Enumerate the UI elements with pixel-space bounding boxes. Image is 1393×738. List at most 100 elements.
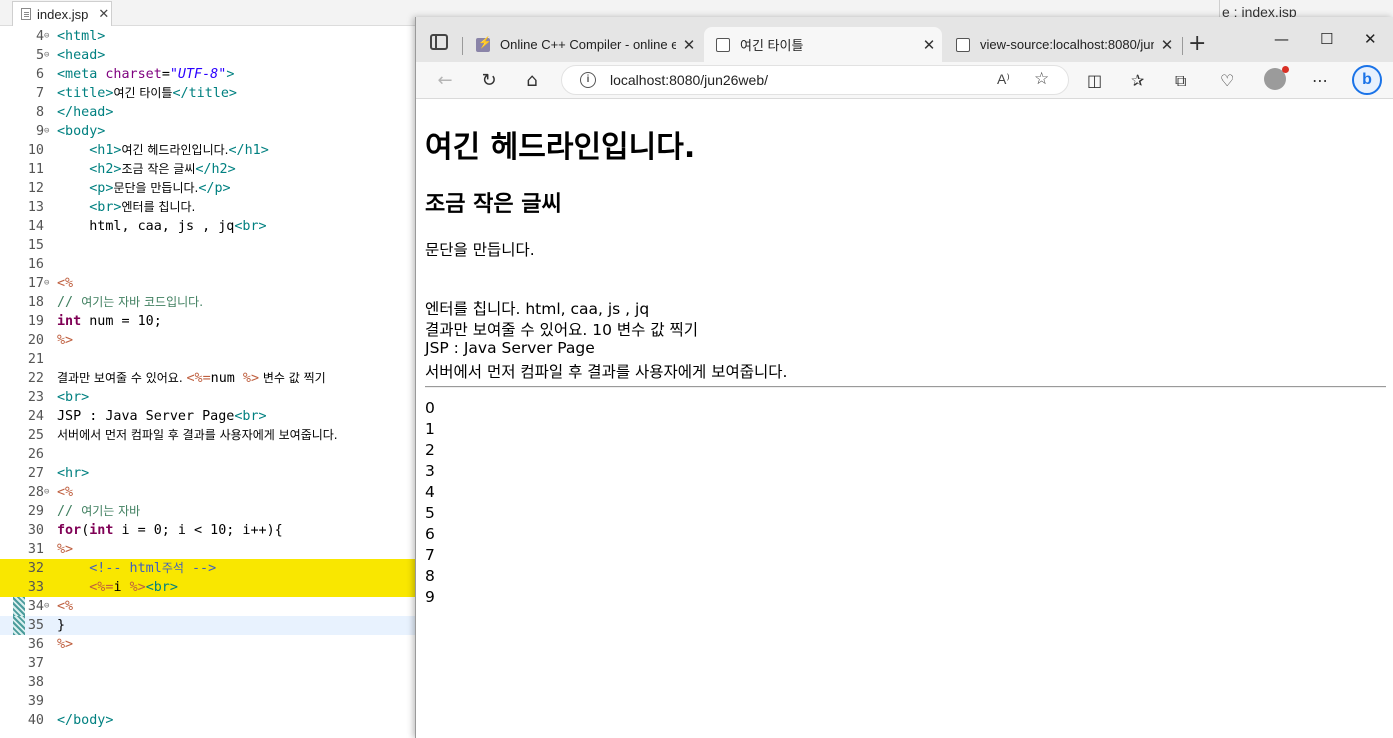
- code-line[interactable]: 33 <%=i %><br>: [0, 578, 416, 597]
- code-line[interactable]: 39: [0, 692, 416, 711]
- loop-output-number: 9: [425, 588, 435, 606]
- loop-output-number: 1: [425, 420, 435, 438]
- browser-window: Online C++ Compiler - online ed ✕ 여긴 타이틀…: [415, 17, 1393, 738]
- url-text[interactable]: localhost:8080/jun26web/: [610, 72, 768, 88]
- code-line[interactable]: 17 ⊖ <%: [0, 274, 416, 293]
- code-line[interactable]: 22 결과만 보여줄 수 있어요. <%=num %> 변수 값 찍기: [0, 369, 416, 388]
- new-tab-button[interactable]: +: [1188, 31, 1206, 56]
- code-text: <title>여긴 타이틀</title>: [57, 84, 237, 103]
- more-menu-icon[interactable]: ⋯: [1312, 71, 1328, 90]
- code-line[interactable]: 40 </body>: [0, 711, 416, 730]
- code-line[interactable]: 27 <hr>: [0, 464, 416, 483]
- code-area[interactable]: 4 ⊖ <html> 5 ⊖ <head> 6 <meta charset="UTF-8"> 7…: [0, 27, 416, 738]
- code-line[interactable]: 10 <h1>여긴 헤드라인입니다.</h1>: [0, 141, 416, 160]
- code-line[interactable]: 20 %>: [0, 331, 416, 350]
- line-number: 4: [35, 29, 44, 44]
- code-line[interactable]: 31 %>: [0, 540, 416, 559]
- tab-page-title[interactable]: 여긴 타이틀 ✕: [704, 27, 942, 62]
- code-text: <%=i %><br>: [57, 578, 178, 597]
- line-number: 14: [27, 219, 44, 234]
- code-line[interactable]: 26: [0, 445, 416, 464]
- fold-toggle-icon[interactable]: ⊖: [44, 483, 49, 502]
- back-button[interactable]: ←: [432, 67, 458, 93]
- profile-avatar[interactable]: [1264, 66, 1289, 90]
- minimize-button[interactable]: —: [1274, 30, 1289, 48]
- code-token: 주석: [161, 561, 184, 575]
- fold-toggle-icon[interactable]: ⊖: [44, 122, 49, 141]
- close-icon[interactable]: ✕: [98, 6, 109, 22]
- code-line[interactable]: 24 JSP : Java Server Page<br>: [0, 407, 416, 426]
- code-line[interactable]: 11 <h2>조금 작은 글씨</h2>: [0, 160, 416, 179]
- editor-tab-label: index.jsp: [37, 6, 89, 22]
- code-line[interactable]: 14 html, caa, js , jq<br>: [0, 217, 416, 236]
- tab-actions-icon[interactable]: [430, 34, 448, 50]
- code-line[interactable]: 29 // 여기는 자바: [0, 502, 416, 521]
- code-line[interactable]: 19 int num = 10;: [0, 312, 416, 331]
- collections-icon[interactable]: ⧉: [1175, 71, 1186, 91]
- code-line[interactable]: 15: [0, 236, 416, 255]
- code-line[interactable]: 34 ⊖ <%: [0, 597, 416, 616]
- code-token: <br>: [234, 219, 267, 234]
- code-line[interactable]: 18 // 여기는 자바 코드입니다.: [0, 293, 416, 312]
- code-line[interactable]: 5 ⊖ <head>: [0, 46, 416, 65]
- code-line[interactable]: 16: [0, 255, 416, 274]
- close-tab-icon[interactable]: ✕: [1154, 36, 1180, 54]
- fold-toggle-icon[interactable]: ⊖: [44, 597, 49, 616]
- code-token: </head>: [57, 105, 114, 120]
- code-token: <title>: [57, 86, 114, 101]
- close-tab-icon[interactable]: ✕: [916, 36, 942, 54]
- code-token: %>: [57, 637, 74, 652]
- code-token: -->: [183, 561, 217, 576]
- page-text-line: 서버에서 먼저 컴파일 후 결과를 사용자에게 보여줍니다.: [425, 363, 788, 381]
- code-line[interactable]: 7 <title>여긴 타이틀</title>: [0, 84, 416, 103]
- code-line[interactable]: 13 <br>엔터를 칩니다.: [0, 198, 416, 217]
- address-bar[interactable]: i localhost:8080/jun26web/ A⁾ ☆: [561, 65, 1069, 95]
- code-token: %>: [57, 333, 74, 348]
- tab-label: view-source:localhost:8080/jun26: [980, 37, 1154, 52]
- maximize-button[interactable]: ☐: [1320, 30, 1333, 48]
- code-line[interactable]: 32 <!-- html주석 -->: [0, 559, 416, 578]
- code-line[interactable]: 37: [0, 654, 416, 673]
- code-line[interactable]: 12 <p>문단을 만듭니다.</p>: [0, 179, 416, 198]
- loop-output-number: 2: [425, 441, 435, 459]
- code-line[interactable]: 23 <br>: [0, 388, 416, 407]
- split-screen-icon[interactable]: ◫: [1087, 71, 1102, 90]
- page-text-line: JSP : Java Server Page: [425, 339, 595, 357]
- read-aloud-icon[interactable]: A⁾: [997, 71, 1010, 88]
- code-line[interactable]: 9 ⊖ <body>: [0, 122, 416, 141]
- code-line[interactable]: 25 서버에서 먼저 컴파일 후 결과를 사용자에게 보여줍니다.: [0, 426, 416, 445]
- code-text: // 여기는 자바: [57, 502, 140, 521]
- favorites-icon[interactable]: ✰: [1131, 71, 1144, 90]
- bing-copilot-icon[interactable]: b: [1352, 65, 1382, 95]
- code-line[interactable]: 30 for(int i = 0; i < 10; i++){: [0, 521, 416, 540]
- tab-online-compiler[interactable]: Online C++ Compiler - online ed ✕: [464, 27, 702, 62]
- code-text: <h2>조금 작은 글씨</h2>: [57, 160, 235, 179]
- favorite-star-icon[interactable]: ☆: [1034, 69, 1049, 89]
- code-text: <br>엔터를 칩니다.: [57, 198, 195, 217]
- compiler-favicon-icon: [476, 36, 492, 52]
- site-info-icon[interactable]: i: [580, 72, 596, 88]
- line-number: 38: [27, 675, 44, 690]
- browser-essentials-icon[interactable]: ♡: [1220, 71, 1234, 90]
- code-line[interactable]: 21: [0, 350, 416, 369]
- close-tab-icon[interactable]: ✕: [676, 36, 702, 54]
- code-line[interactable]: 38: [0, 673, 416, 692]
- code-line[interactable]: 4 ⊖ <html>: [0, 27, 416, 46]
- code-token: <meta: [57, 67, 106, 82]
- refresh-button[interactable]: ↻: [476, 67, 502, 93]
- fold-toggle-icon[interactable]: ⊖: [44, 274, 49, 293]
- editor-tab-index-jsp[interactable]: index.jsp ✕: [12, 1, 112, 26]
- code-line[interactable]: 36 %>: [0, 635, 416, 654]
- code-line[interactable]: 35}: [0, 616, 416, 635]
- change-marker: [13, 616, 25, 635]
- fold-toggle-icon[interactable]: ⊖: [44, 46, 49, 65]
- code-line[interactable]: 8 </head>: [0, 103, 416, 122]
- close-window-button[interactable]: ✕: [1364, 30, 1377, 48]
- code-line[interactable]: 28 ⊖ <%: [0, 483, 416, 502]
- home-button[interactable]: ⌂: [519, 67, 545, 93]
- code-token: num: [210, 371, 243, 386]
- line-number: 8: [35, 105, 44, 120]
- tab-view-source[interactable]: view-source:localhost:8080/jun26 ✕: [944, 27, 1180, 62]
- fold-toggle-icon[interactable]: ⊖: [44, 27, 49, 46]
- code-line[interactable]: 6 <meta charset="UTF-8">: [0, 65, 416, 84]
